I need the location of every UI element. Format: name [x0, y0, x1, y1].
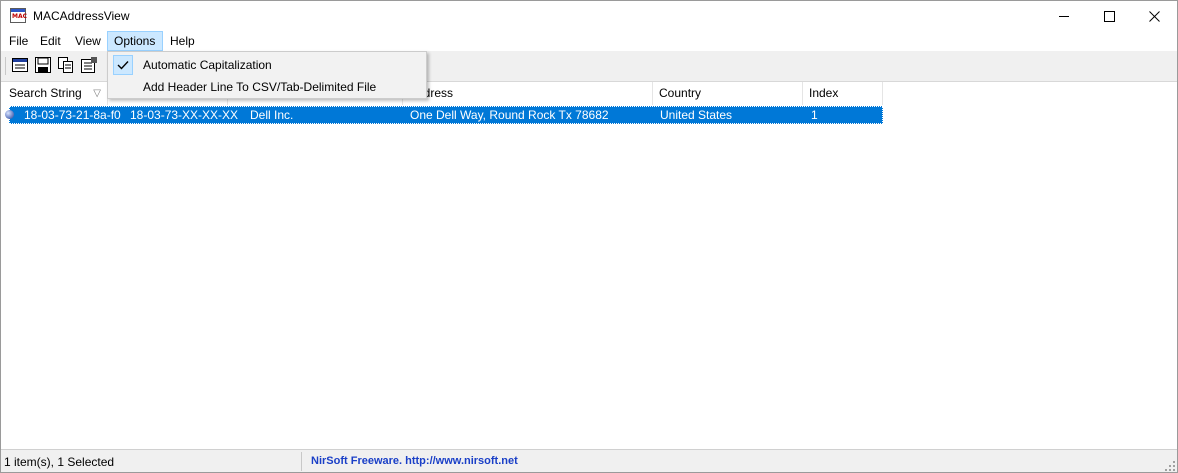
cell-country: United States	[660, 108, 733, 122]
column-country[interactable]: Country	[653, 82, 803, 105]
window-title: MACAddressView	[33, 9, 130, 23]
table-row[interactable]: 18-03-73-21-8a-f0 18-03-73-XX-XX-XX Dell…	[5, 106, 883, 124]
menu-edit[interactable]: Edit	[34, 31, 67, 51]
app-icon: MAC	[10, 8, 27, 23]
cell-mac-prefix: 18-03-73-XX-XX-XX	[130, 108, 239, 122]
title-bar[interactable]: MAC MACAddressView	[1, 1, 1177, 31]
nirsoft-link[interactable]: NirSoft Freeware. http://www.nirsoft.net	[311, 455, 518, 467]
properties-button[interactable]	[80, 56, 98, 74]
minimize-icon	[1059, 15, 1069, 17]
maximize-icon	[1103, 10, 1115, 22]
checkmark-icon	[113, 55, 133, 75]
column-address[interactable]: Address	[403, 82, 653, 105]
cell-company: Dell Inc.	[250, 108, 294, 122]
copy-icon	[58, 57, 73, 73]
resize-grip-icon[interactable]	[1165, 461, 1175, 471]
menu-options[interactable]: Options	[107, 31, 163, 51]
toolbar-grip	[5, 57, 6, 75]
cell-index: 1	[811, 108, 818, 122]
column-index[interactable]: Index	[803, 82, 883, 105]
status-bar: 1 item(s), 1 Selected NirSoft Freeware. …	[1, 449, 1177, 472]
close-icon	[1148, 10, 1160, 22]
properties-icon	[81, 57, 97, 73]
results-list[interactable]: Search String ▽ Address Country Index 18…	[3, 82, 1175, 446]
sort-indicator-icon: ▽	[93, 88, 101, 99]
close-button[interactable]	[1131, 1, 1177, 31]
menu-help[interactable]: Help	[164, 31, 201, 51]
column-search-string[interactable]: Search String ▽	[3, 82, 108, 105]
menu-item-add-header-line[interactable]: Add Header Line To CSV/Tab-Delimited Fil…	[110, 76, 424, 98]
status-divider	[301, 452, 302, 471]
cell-search-string: 18-03-73-21-8a-f0	[24, 108, 121, 122]
menu-view[interactable]: View	[69, 31, 107, 51]
html-report-button[interactable]	[11, 56, 29, 74]
mac-entry-icon	[5, 110, 14, 119]
html-report-icon	[12, 57, 28, 72]
main-window: MAC MACAddressView File Edit View Option…	[0, 0, 1178, 473]
menu-file[interactable]: File	[3, 31, 34, 51]
status-item-count: 1 item(s), 1 Selected	[4, 455, 115, 469]
save-icon	[35, 57, 51, 73]
maximize-button[interactable]	[1086, 1, 1132, 31]
cell-address: One Dell Way, Round Rock Tx 78682	[410, 108, 609, 122]
minimize-button[interactable]	[1041, 1, 1087, 31]
options-menu: Automatic Capitalization Add Header Line…	[107, 51, 427, 99]
copy-button[interactable]	[57, 56, 75, 74]
menu-bar: File Edit View Options Help	[1, 31, 1177, 51]
save-button[interactable]	[34, 56, 52, 74]
menu-item-automatic-capitalization[interactable]: Automatic Capitalization	[110, 54, 424, 76]
